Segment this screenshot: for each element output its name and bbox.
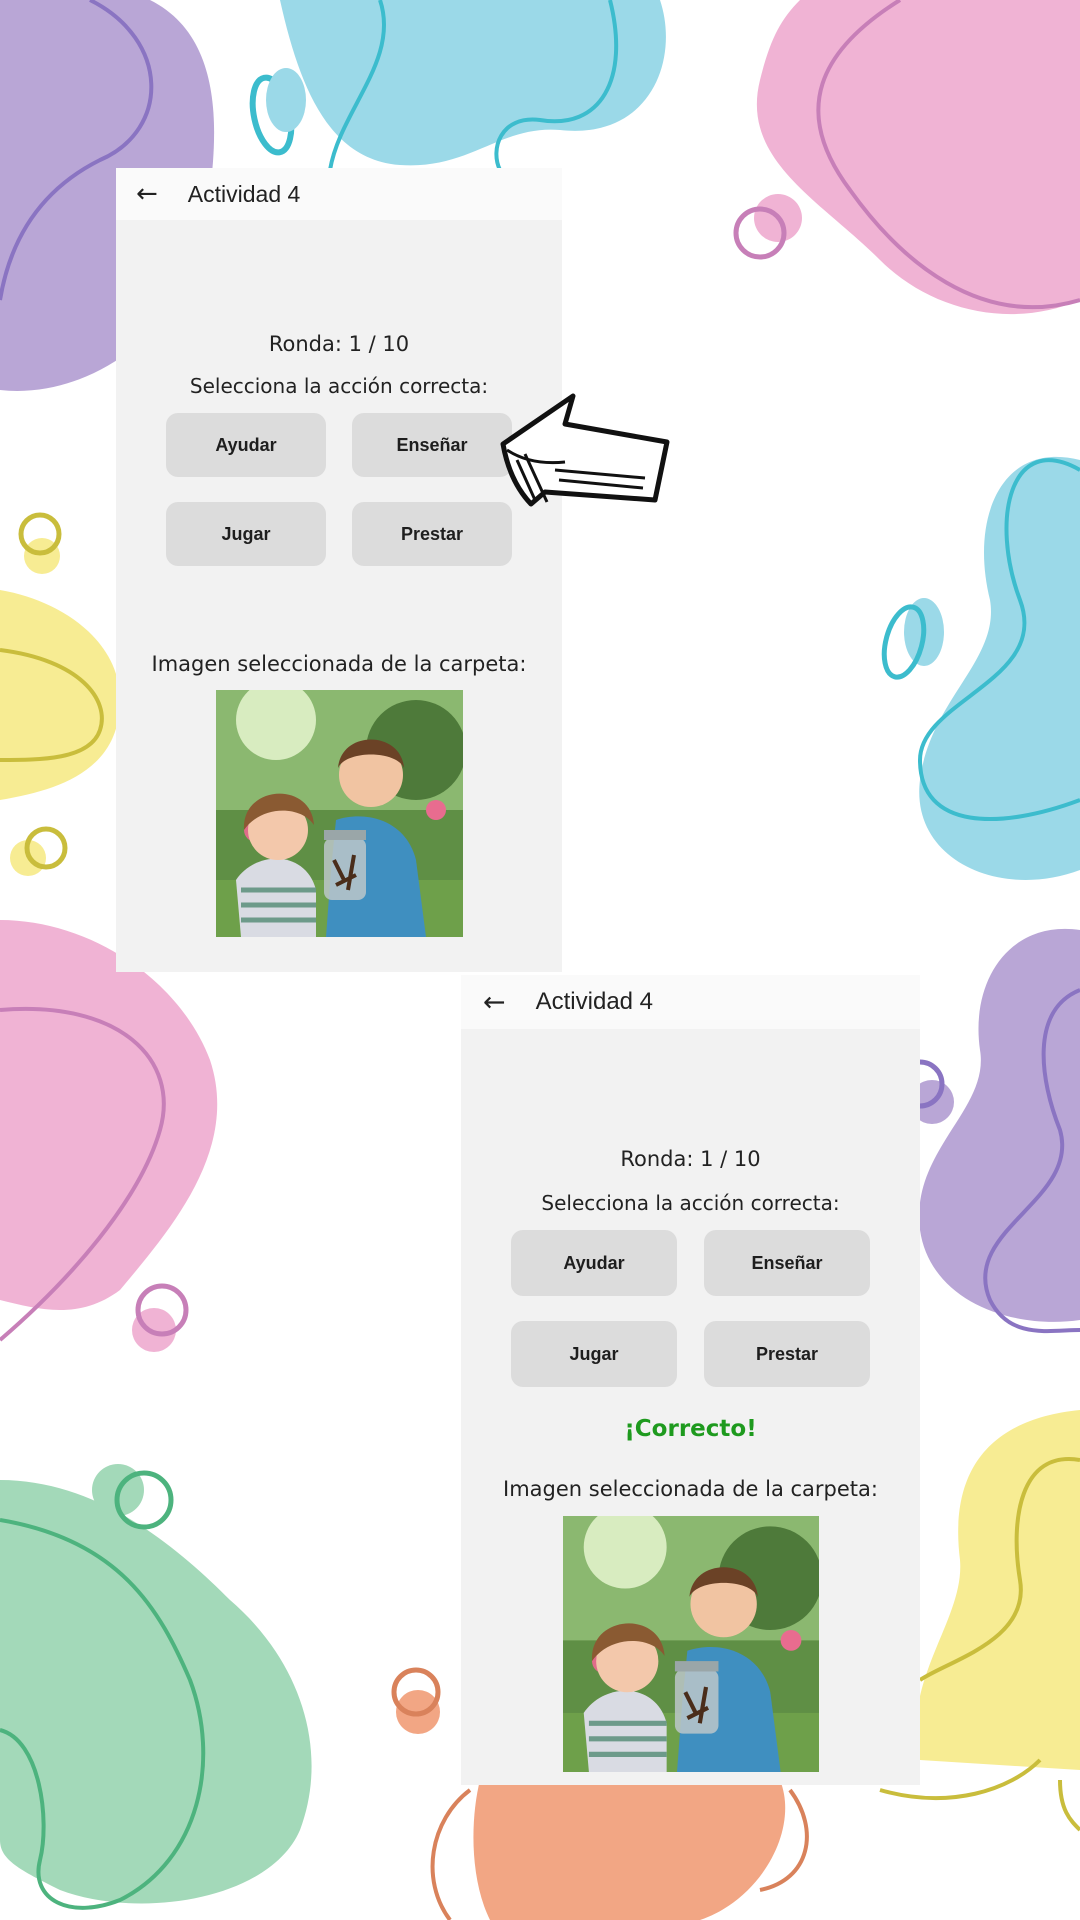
blob-blue-right <box>919 456 1080 880</box>
dot-blue-top <box>266 68 306 132</box>
activity-photo <box>216 690 463 937</box>
blob-purple-right <box>919 928 1080 1322</box>
round-counter: Ronda: 1 / 10 <box>620 1147 761 1171</box>
answer-button-jugar[interactable]: Jugar <box>166 502 326 566</box>
answer-button-prestar[interactable]: Prestar <box>352 502 512 566</box>
activity-photo <box>563 1516 819 1772</box>
image-caption: Imagen seleccionada de la carpeta: <box>151 652 527 676</box>
blob-yellow-right <box>916 1410 1080 1770</box>
blob-pink-left <box>0 920 218 1310</box>
app-bar: ← Actividad 4 <box>461 975 920 1029</box>
ring-blue-right <box>881 604 927 680</box>
app-screen-1: ← Actividad 4 Ronda: 1 / 10 Selecciona l… <box>116 168 562 972</box>
blob-green-bottom-left <box>0 1480 312 1904</box>
answer-button-ayudar[interactable]: Ayudar <box>511 1230 677 1296</box>
answer-button-ayudar[interactable]: Ayudar <box>166 413 326 477</box>
blob-orange-bottom <box>473 1780 786 1920</box>
answer-button-prestar[interactable]: Prestar <box>704 1321 870 1387</box>
app-screen-2: ← Actividad 4 Ronda: 1 / 10 Selecciona l… <box>461 975 920 1785</box>
page-title: Actividad 4 <box>187 180 301 207</box>
round-counter: Ronda: 1 / 10 <box>268 332 410 356</box>
page-title: Actividad 4 <box>535 988 654 1015</box>
arrow-left-icon[interactable]: ← <box>136 181 158 207</box>
feedback-correct: ¡Correcto! <box>624 1416 757 1442</box>
answer-button-ensenar[interactable]: Enseñar <box>352 413 512 477</box>
blob-pink-top-right <box>756 0 1080 315</box>
app-bar: ← Actividad 4 <box>116 168 562 220</box>
answer-button-jugar[interactable]: Jugar <box>511 1321 677 1387</box>
image-caption: Imagen seleccionada de la carpeta: <box>503 1477 878 1501</box>
instruction-text: Selecciona la acción correcta: <box>541 1191 840 1215</box>
arrow-left-icon[interactable]: ← <box>483 989 506 1016</box>
answer-button-ensenar[interactable]: Enseñar <box>704 1230 870 1296</box>
blob-yellow-left <box>0 590 120 800</box>
hand-drawn-arrow-icon <box>500 393 670 507</box>
